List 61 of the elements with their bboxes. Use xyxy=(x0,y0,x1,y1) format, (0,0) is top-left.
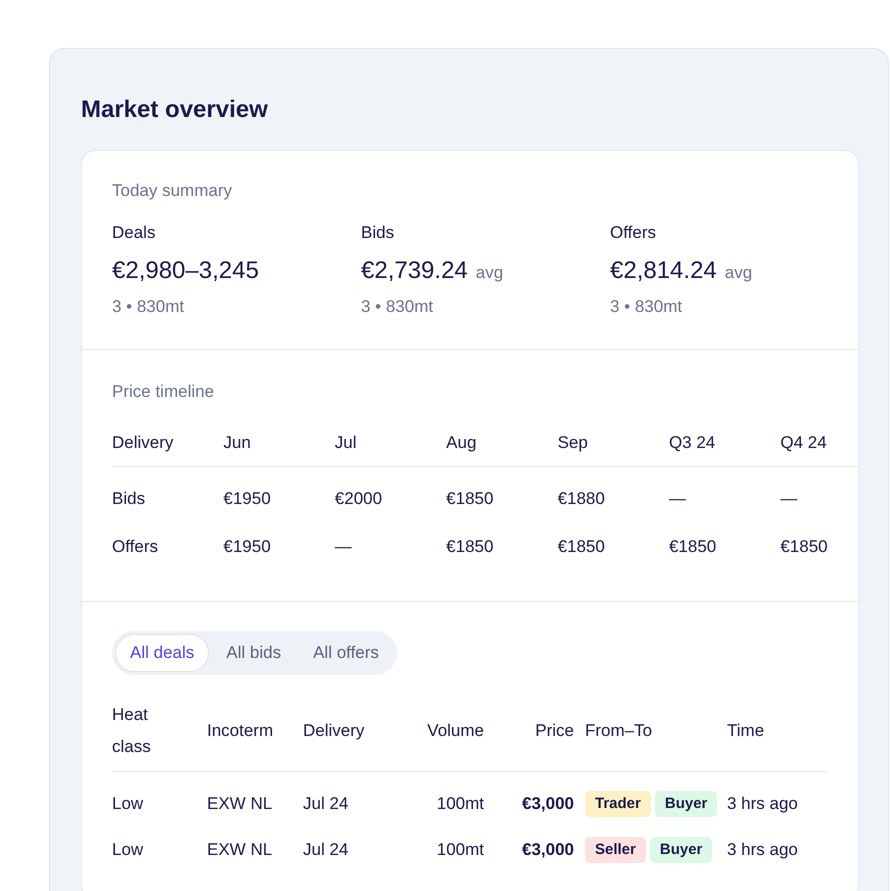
table-cell-text: €1850 xyxy=(446,488,494,510)
tab[interactable]: All offers xyxy=(298,634,394,672)
column-header: Q3 24 xyxy=(668,432,716,454)
role-tag: Buyer xyxy=(654,791,718,817)
table-cell-text: 3 hrs ago xyxy=(727,839,799,861)
column-header: From–To xyxy=(584,720,654,742)
metric-detail: 3 • 830mt xyxy=(610,296,684,318)
metric-label: Bids xyxy=(361,222,396,244)
column-header: Incoterm xyxy=(207,720,274,742)
metric-label: Offers xyxy=(610,222,657,244)
metric-detail: 3 • 830mt xyxy=(112,296,186,318)
metric-label: Deals xyxy=(112,222,156,244)
table-cell-text: Low xyxy=(112,793,144,815)
page-title: Market overview xyxy=(81,95,269,125)
column-header: Q4 24 xyxy=(780,432,828,454)
table-cell-text: €1850 xyxy=(668,536,718,558)
table-cell-text: — xyxy=(780,488,798,510)
table-cell-text: — xyxy=(668,488,687,510)
role-tag: Buyer xyxy=(650,837,712,863)
table-cell-text: — xyxy=(334,536,353,558)
column-header: Jun xyxy=(223,432,252,454)
metric-suffix: avg xyxy=(724,263,752,283)
role-tag: Trader xyxy=(585,791,651,817)
table-cell-text: Jul 24 xyxy=(303,839,350,861)
metric-value: €2,739.24 xyxy=(361,256,468,286)
metric-value: €2,980–3,245 xyxy=(112,256,259,286)
table-cell-text: €1850 xyxy=(446,536,494,558)
role-tag: Seller xyxy=(585,837,646,863)
table-cell-text: €2000 xyxy=(334,488,384,510)
column-header: Jul xyxy=(334,432,358,454)
column-header: Heat class xyxy=(112,704,152,758)
price-cell-text: €3,000 xyxy=(521,839,574,861)
metric-value: €2,814.24 xyxy=(610,256,717,286)
table-cell-text: Bids xyxy=(112,488,146,510)
price-cell-text: €3,000 xyxy=(521,793,574,815)
table-cell-text: Offers xyxy=(112,536,159,558)
table-cell-text: EXW NL xyxy=(207,839,274,861)
column-header: Sep xyxy=(558,432,589,454)
table-cell-text: 100mt xyxy=(436,839,484,861)
column-header: Delivery xyxy=(112,432,174,454)
metric-detail: 3 • 830mt xyxy=(361,296,434,318)
column-header: Volume xyxy=(426,720,484,742)
column-header: Price xyxy=(534,720,574,742)
table-cell-text: 100mt xyxy=(436,793,484,815)
section-heading: Today summary xyxy=(112,180,233,202)
table-cell-text: €1880 xyxy=(558,488,606,510)
table-cell-text: Jul 24 xyxy=(303,793,350,815)
tab[interactable]: All deals xyxy=(115,634,210,672)
table-cell-text: Low xyxy=(112,839,144,861)
table-cell-text: €1850 xyxy=(780,536,829,558)
column-header: Time xyxy=(727,720,766,742)
table-cell-text: €1850 xyxy=(558,536,606,558)
table-cell-text: 3 hrs ago xyxy=(727,793,799,815)
column-header: Aug xyxy=(446,432,478,454)
table-cell-text: €1950 xyxy=(223,536,272,558)
table-cell-text: €1950 xyxy=(223,488,272,510)
section-heading: Price timeline xyxy=(112,381,216,403)
metric-suffix: avg xyxy=(476,263,504,283)
column-header: Delivery xyxy=(303,720,366,742)
tab[interactable]: All bids xyxy=(211,634,296,672)
table-cell-text: EXW NL xyxy=(207,793,274,815)
